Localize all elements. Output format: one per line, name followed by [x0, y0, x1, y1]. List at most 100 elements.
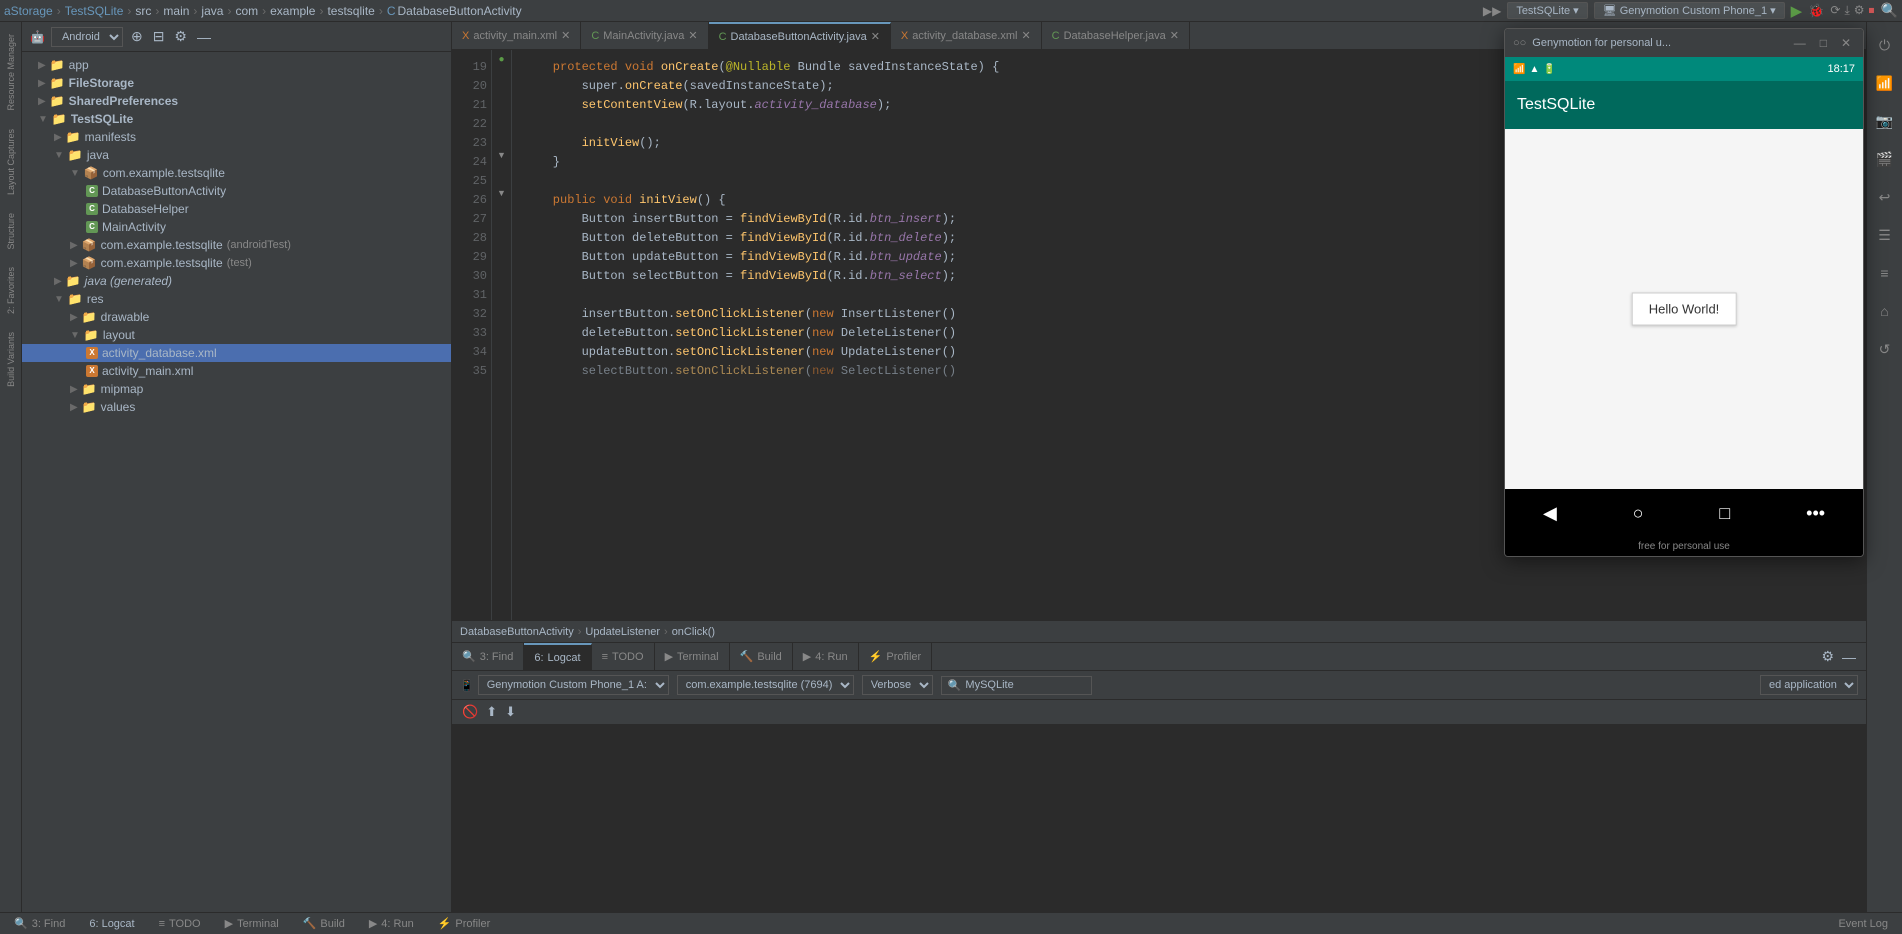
tree-item-activity-database-xml[interactable]: X activity_database.xml: [22, 344, 451, 362]
phone-screen[interactable]: Hello World!: [1505, 129, 1863, 489]
status-todo[interactable]: ≡ TODO: [153, 913, 207, 934]
status-profiler[interactable]: ⚡ Profiler: [432, 913, 497, 934]
phone-menu-icon[interactable]: ☰: [1870, 220, 1900, 250]
sync-icon[interactable]: ⊕: [129, 26, 145, 47]
tree-item-package-androidtest[interactable]: ▶ 📦 com.example.testsqlite (androidTest): [22, 236, 451, 254]
tree-item-java-generated[interactable]: ▶ 📁 java (generated): [22, 272, 451, 290]
emulator-restore-button[interactable]: □: [1816, 34, 1831, 52]
phone-camera-icon[interactable]: 📷: [1870, 106, 1900, 136]
tab-databasehelper-java[interactable]: C DatabaseHelper.java ✕: [1042, 22, 1190, 49]
close-tab-icon[interactable]: ✕: [688, 29, 697, 42]
tab-databasebuttonactivity-java[interactable]: C DatabaseButtonActivity.java ✕: [709, 22, 891, 49]
logcat-minimize-icon[interactable]: —: [1840, 647, 1858, 667]
breadcrumb-com[interactable]: com: [235, 4, 258, 18]
device-selector[interactable]: 🖥 Genymotion Custom Phone_1 ▾: [1594, 2, 1785, 19]
breadcrumb-updatelistener[interactable]: UpdateListener: [585, 626, 660, 638]
edge-tab-structure[interactable]: Structure: [4, 205, 18, 258]
phone-rotate-icon[interactable]: ↺: [1870, 334, 1900, 364]
settings-icon[interactable]: ⚙: [172, 26, 189, 47]
tree-item-filestorage[interactable]: ▶ 📁 FileStorage: [22, 74, 451, 92]
tab-profiler[interactable]: ⚡ Profiler: [859, 643, 933, 670]
close-tab-icon[interactable]: ✕: [561, 29, 570, 42]
toolbar-run[interactable]: ▶: [1791, 2, 1803, 20]
phone-video-icon[interactable]: 🎬: [1870, 144, 1900, 174]
tab-terminal[interactable]: ▶ Terminal: [655, 643, 730, 670]
tree-item-sharedprefs[interactable]: ▶ 📁 SharedPreferences: [22, 92, 451, 110]
edge-tab-build-variants[interactable]: Build Variants: [4, 324, 18, 395]
tab-find[interactable]: 🔍 3: Find: [452, 643, 524, 670]
phone-power-icon[interactable]: ⏻: [1870, 30, 1900, 60]
status-terminal[interactable]: ▶ Terminal: [219, 913, 285, 934]
minimize-sidebar-icon[interactable]: —: [195, 27, 213, 47]
tree-item-app[interactable]: ▶ 📁 app: [22, 56, 451, 74]
status-logcat[interactable]: 6: Logcat: [83, 913, 140, 934]
breadcrumb-java[interactable]: java: [201, 4, 223, 18]
tree-item-drawable[interactable]: ▶ 📁 drawable: [22, 308, 451, 326]
scroll-top-icon[interactable]: ⬆: [484, 702, 499, 722]
test-sqlitebutton[interactable]: TestSQLite ▾: [1507, 2, 1587, 19]
fold-icon[interactable]: ▼: [492, 145, 511, 164]
status-event-log[interactable]: Event Log: [1832, 918, 1894, 930]
collapse-icon[interactable]: ⊟: [151, 26, 167, 47]
tree-item-databasehelper[interactable]: C DatabaseHelper: [22, 200, 451, 218]
nav-back-button[interactable]: ◀: [1543, 503, 1557, 524]
breadcrumb-testsqlite[interactable]: TestSQLite: [65, 4, 124, 18]
tab-todo[interactable]: ≡ TODO: [592, 643, 655, 670]
tab-build[interactable]: 🔨 Build: [730, 643, 793, 670]
breadcrumb-onclick[interactable]: onClick(): [672, 626, 715, 638]
tree-item-mainactivity[interactable]: C MainActivity: [22, 218, 451, 236]
tab-mainactivity-java[interactable]: C MainActivity.java ✕: [581, 22, 708, 49]
tree-item-manifests[interactable]: ▶ 📁 manifests: [22, 128, 451, 146]
nav-home-button[interactable]: ○: [1633, 503, 1644, 524]
edge-tab-resource-manager[interactable]: Resource Manager: [4, 26, 18, 119]
tree-item-layout[interactable]: ▼ 📁 layout: [22, 326, 451, 344]
logcat-settings-icon[interactable]: ⚙: [1819, 646, 1836, 667]
close-tab-icon[interactable]: ✕: [871, 30, 880, 43]
breakpoint-icon[interactable]: ●: [492, 50, 511, 69]
tab-run[interactable]: ▶ 4: Run: [793, 643, 859, 670]
nav-more-button[interactable]: •••: [1806, 503, 1825, 524]
status-run[interactable]: ▶ 4: Run: [363, 913, 420, 934]
toolbar-debug[interactable]: 🐞: [1808, 3, 1824, 19]
breadcrumb-example[interactable]: example: [270, 4, 315, 18]
tree-item-mipmap[interactable]: ▶ 📁 mipmap: [22, 380, 451, 398]
tree-item-java[interactable]: ▼ 📁 java: [22, 146, 451, 164]
logcat-filter-input[interactable]: [965, 679, 1085, 691]
tree-item-package-test[interactable]: ▶ 📦 com.example.testsqlite (test): [22, 254, 451, 272]
phone-wifi-icon[interactable]: 📶: [1870, 68, 1900, 98]
clear-logcat-icon[interactable]: 🚫: [460, 702, 480, 722]
tree-item-values[interactable]: ▶ 📁 values: [22, 398, 451, 416]
breadcrumb-src[interactable]: src: [135, 4, 151, 18]
breadcrumb-dba[interactable]: DatabaseButtonActivity: [460, 626, 574, 638]
tree-item-databasebuttonactivity[interactable]: C DatabaseButtonActivity: [22, 182, 451, 200]
phone-nav-bar[interactable]: ◀ ○ □ •••: [1505, 489, 1863, 537]
phone-list-icon[interactable]: ≡: [1870, 258, 1900, 288]
edge-tab-layout-captures[interactable]: Layout Captures: [4, 121, 18, 203]
tab-logcat[interactable]: 6: Logcat: [524, 643, 591, 670]
nav-recents-button[interactable]: □: [1719, 503, 1730, 524]
emulator-close-button[interactable]: ✕: [1837, 34, 1855, 52]
tab-activity-database-xml[interactable]: X activity_database.xml ✕: [891, 22, 1042, 49]
logcat-right-select[interactable]: ed application: [1760, 675, 1858, 695]
logcat-device-select[interactable]: Genymotion Custom Phone_1 A:: [478, 675, 669, 695]
breadcrumb-main[interactable]: main: [163, 4, 189, 18]
status-find[interactable]: 🔍 3: Find: [8, 913, 71, 934]
tree-item-res[interactable]: ▼ 📁 res: [22, 290, 451, 308]
logcat-package-select[interactable]: com.example.testsqlite (7694): [677, 675, 854, 695]
breadcrumb-aStorage[interactable]: aStorage: [4, 4, 53, 18]
close-tab-icon[interactable]: ✕: [1021, 29, 1030, 42]
tree-item-package-main[interactable]: ▼ 📦 com.example.testsqlite: [22, 164, 451, 182]
close-tab-icon[interactable]: ✕: [1170, 29, 1179, 42]
tab-activity-main-xml[interactable]: X activity_main.xml ✕: [452, 22, 581, 49]
phone-back-icon[interactable]: ↩: [1870, 182, 1900, 212]
status-build[interactable]: 🔨 Build: [297, 913, 351, 934]
fold-icon-2[interactable]: ▼: [492, 183, 511, 202]
breadcrumb-activity[interactable]: DatabaseButtonActivity: [398, 4, 522, 18]
tree-item-activity-main-xml[interactable]: X activity_main.xml: [22, 362, 451, 380]
android-view-selector[interactable]: Android Project: [51, 27, 123, 47]
tree-item-testsqlite[interactable]: ▼ 📁 TestSQLite: [22, 110, 451, 128]
emulator-minimize-button[interactable]: —: [1790, 34, 1810, 52]
logcat-content[interactable]: [452, 725, 1866, 912]
phone-home-icon[interactable]: ⌂: [1870, 296, 1900, 326]
logcat-filter-input-container[interactable]: 🔍: [941, 676, 1093, 695]
